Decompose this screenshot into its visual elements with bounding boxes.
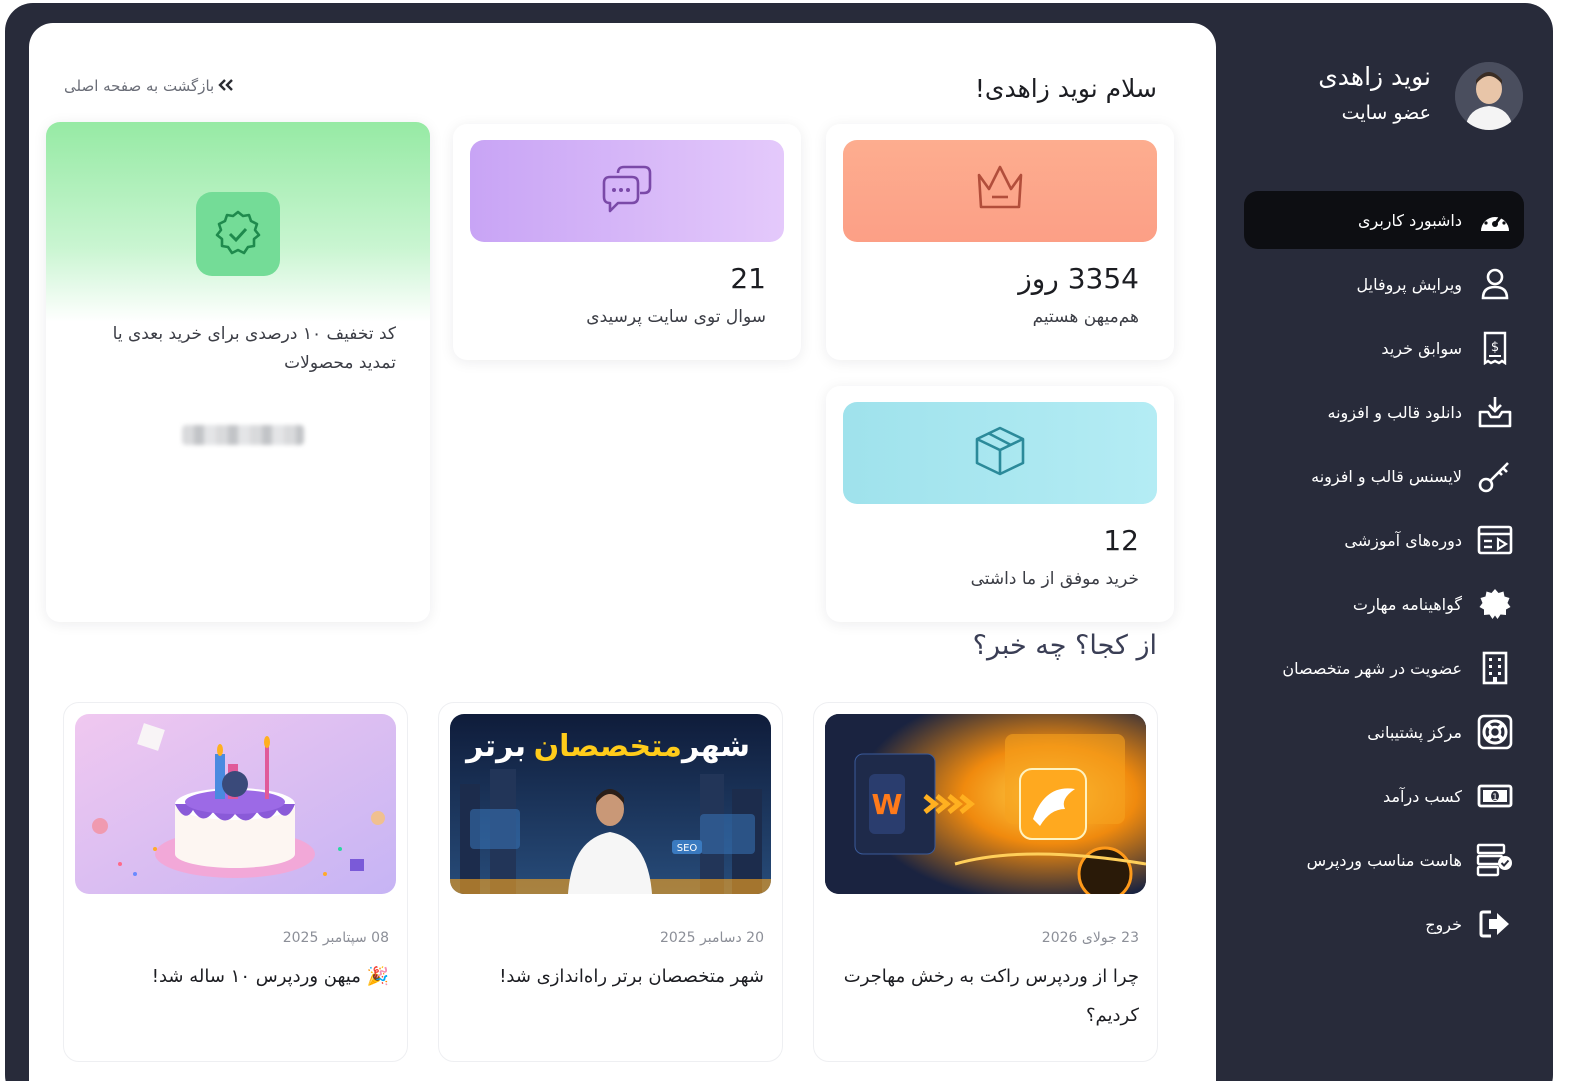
stat-label: سوال توی سایت پرسیدی [586, 307, 766, 327]
chat-bubbles-icon [600, 163, 654, 219]
money-icon: 1 [1476, 777, 1514, 815]
video-course-icon [1476, 521, 1514, 559]
user-role: عضو سایت [1341, 102, 1431, 124]
news-date: 08 سپتامبر 2025 [282, 930, 389, 946]
news-card[interactable]: 08 سپتامبر 2025 🎉 میهن وردپرس ۱۰ ساله شد… [63, 702, 408, 1062]
svg-text:$: $ [1491, 340, 1499, 355]
avatar[interactable] [1455, 62, 1523, 130]
stat-band [843, 140, 1157, 242]
user-icon [1476, 265, 1514, 303]
sidebar-item-logout[interactable]: خروج [1244, 895, 1524, 953]
stat-value: 21 [730, 262, 766, 295]
coupon-description: کد تخفیف ۱۰ درصدی برای خرید بعدی یا تمدی… [112, 324, 396, 373]
page-title: سلام نوید زاهدی! [974, 74, 1157, 103]
sidebar-item-edit-profile[interactable]: ویرایش پروفایل [1244, 255, 1524, 313]
news-image[interactable] [75, 714, 396, 894]
logout-icon [1476, 905, 1514, 943]
crown-icon [973, 163, 1027, 219]
sidebar-item-earn-money[interactable]: 1 کسب درآمد [1244, 767, 1524, 825]
server-check-icon [1476, 841, 1514, 879]
double-chevron-left-icon [218, 77, 234, 95]
stat-label: خرید موفق از ما داشتی [970, 569, 1139, 589]
news-headline[interactable]: چرا از وردپرس راکت به رخش مهاجرت کردیم؟ [829, 957, 1139, 1035]
user-name: نوید زاهدی [1318, 62, 1431, 91]
stat-value: 3354 روز [1018, 262, 1139, 295]
news-card[interactable]: شهر متخصصان برتر SEO 20 دسامبر 2025 شهر … [438, 702, 783, 1062]
sidebar-item-dashboard[interactable]: داشبورد کاربری [1244, 191, 1524, 249]
back-to-home-link[interactable]: بازگشت به صفحه اصلی [64, 77, 234, 95]
sidebar-item-wordpress-host[interactable]: هاست مناسب وردپرس [1244, 831, 1524, 889]
verified-badge-icon [196, 192, 280, 276]
image-text-shahr: شهر [680, 729, 750, 764]
image-text-top: برتر [464, 729, 526, 764]
sidebar-item-purchase-history[interactable]: $ سوابق خرید [1244, 319, 1524, 377]
stat-band [470, 140, 784, 242]
coupon-code-blurred[interactable] [182, 425, 304, 445]
sidebar-item-support[interactable]: مرکز پشتیبانی [1244, 703, 1524, 761]
news-date: 20 دسامبر 2025 [659, 930, 764, 946]
svg-text:1: 1 [1492, 793, 1498, 803]
stat-card-questions: 21 سوال توی سایت پرسیدی [453, 124, 801, 360]
stat-card-membership: 3354 روز هم‌میهن هستیم [826, 124, 1174, 360]
stat-band [843, 402, 1157, 504]
svg-text:W: W [872, 788, 903, 821]
party-popper-icon: 🎉 [366, 966, 389, 987]
package-icon [973, 424, 1027, 482]
news-image[interactable]: شهر متخصصان برتر SEO [450, 714, 771, 894]
download-tray-icon [1476, 393, 1514, 431]
sidebar-item-certificate[interactable]: گواهینامه مهارت [1244, 575, 1524, 633]
stat-value: 12 [1103, 524, 1139, 557]
news-date: 23 جولای 2026 [1041, 930, 1139, 946]
receipt-icon: $ [1476, 329, 1514, 367]
seo-label: SEO [677, 843, 698, 854]
coupon-card: کد تخفیف ۱۰ درصدی برای خرید بعدی یا تمدی… [46, 122, 430, 622]
sidebar-item-license[interactable]: لایسنس قالب و افزونه [1244, 447, 1524, 505]
news-headline[interactable]: 🎉 میهن وردپرس ۱۰ ساله شد! [79, 957, 389, 996]
key-icon [1476, 457, 1514, 495]
stat-card-purchases: 12 خرید موفق از ما داشتی [826, 386, 1174, 622]
building-icon [1476, 649, 1514, 687]
image-text-experts: متخصصان [534, 729, 682, 764]
sidebar-item-download[interactable]: دانلود قالب و افزونه [1244, 383, 1524, 441]
sidebar-item-courses[interactable]: دوره‌های آموزشی [1244, 511, 1524, 569]
news-image[interactable]: W [825, 714, 1146, 894]
news-section-title: از کجا؟ چه خبر؟ [972, 630, 1157, 661]
lifebuoy-icon [1476, 713, 1514, 751]
news-card[interactable]: W 23 جولای 2026 چرا از وردپرس راکت به رخ… [813, 702, 1158, 1062]
certificate-badge-icon [1476, 585, 1514, 623]
news-headline[interactable]: شهر متخصصان برتر راه‌اندازی شد! [454, 957, 764, 996]
stat-label: هم‌میهن هستیم [1032, 307, 1139, 327]
dashboard-gauge-icon [1476, 201, 1514, 239]
sidebar-item-experts-city[interactable]: عضویت در شهر متخصصان [1244, 639, 1524, 697]
